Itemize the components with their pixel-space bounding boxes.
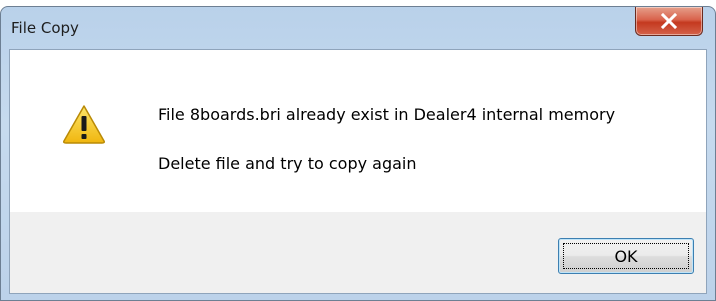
window-title: File Copy <box>11 19 79 37</box>
message-line-1: File 8boards.bri already exist in Dealer… <box>158 105 616 124</box>
ok-button-label: OK <box>563 243 689 269</box>
button-bar: OK <box>10 212 706 293</box>
message-line-2: Delete file and try to copy again <box>158 154 417 173</box>
dialog-window: File Copy File 8boards.bri already exist… <box>0 6 716 301</box>
close-icon <box>660 13 678 29</box>
title-bar[interactable]: File Copy <box>1 7 715 49</box>
close-button[interactable] <box>635 7 703 36</box>
ok-button[interactable]: OK <box>558 238 694 274</box>
message-area: File 8boards.bri already exist in Dealer… <box>10 50 706 212</box>
dialog-client-area: File 8boards.bri already exist in Dealer… <box>9 49 707 294</box>
warning-icon <box>63 105 105 144</box>
